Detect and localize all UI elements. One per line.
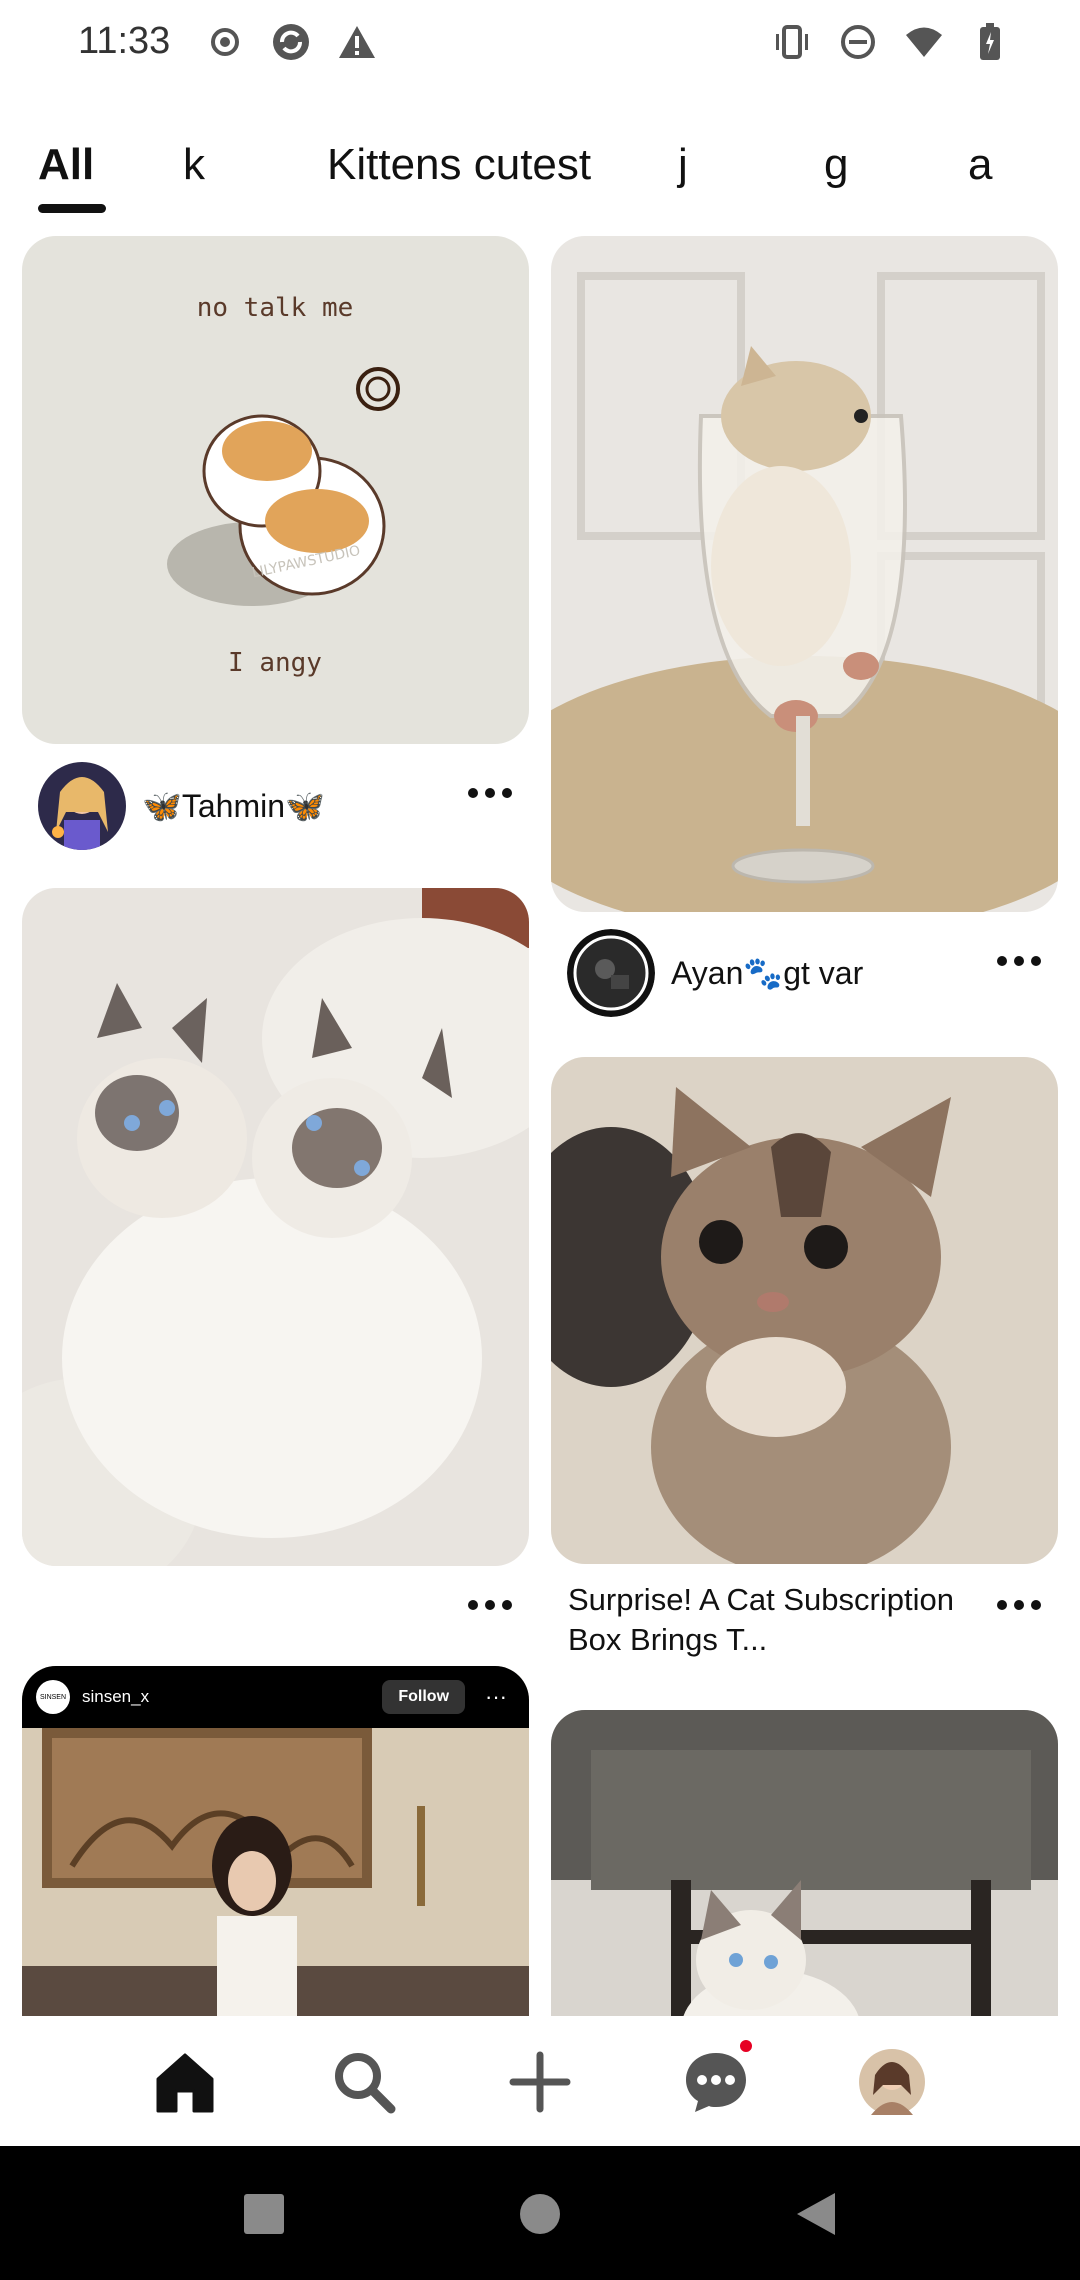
more-options-button[interactable]: [460, 1590, 520, 1620]
notification-dot: [738, 2038, 754, 2054]
tab-all[interactable]: All: [38, 140, 94, 190]
pin-image-no-talk-me[interactable]: no talk me LILYPAWSTUDIO I angy: [22, 236, 529, 744]
avatar: [567, 929, 655, 1017]
recents-button[interactable]: [234, 2184, 294, 2244]
vibrate-icon: [772, 22, 812, 62]
board-tabs: All k Kittens cutest j g a: [0, 140, 1080, 220]
dnd-icon: [838, 22, 878, 62]
more-options-icon[interactable]: ···: [477, 1684, 515, 1710]
tab-kittens-cutest[interactable]: Kittens cutest: [327, 140, 591, 190]
messages-icon[interactable]: [678, 2038, 754, 2120]
bottom-nav: [0, 2016, 1080, 2146]
brand-logo: SINSEN: [36, 1680, 70, 1714]
author-name: 🦋Tahmin🦋: [142, 788, 325, 824]
warning-icon: [337, 22, 377, 62]
tab-j[interactable]: j: [678, 140, 688, 190]
promoted-header: SINSEN sinsen_x Follow ···: [22, 1666, 529, 1728]
home-button[interactable]: [510, 2184, 570, 2244]
account-name[interactable]: sinsen_x: [82, 1687, 370, 1707]
status-bar: 11:33: [0, 0, 1080, 90]
system-nav-bar: [0, 2146, 1080, 2280]
pin-image-kitten-glass[interactable]: [551, 236, 1058, 912]
tab-k[interactable]: k: [183, 140, 205, 190]
pin-art-text-bottom: I angy: [228, 648, 322, 678]
pin-art-text-top: no talk me: [197, 293, 354, 323]
create-icon[interactable]: [502, 2044, 578, 2120]
tab-a[interactable]: a: [968, 140, 992, 190]
wifi-icon: [904, 22, 944, 62]
tab-g[interactable]: g: [824, 140, 848, 190]
record-icon: [205, 22, 245, 62]
pin-title[interactable]: Surprise! A Cat Subscription Box Brings …: [568, 1580, 988, 1660]
sync-icon: [271, 22, 311, 62]
tab-underline: [38, 204, 106, 213]
more-options-button[interactable]: [989, 946, 1049, 976]
pin-author[interactable]: Ayan🐾gt var: [567, 929, 863, 1017]
more-options-button[interactable]: [460, 778, 520, 808]
pin-image-two-kittens[interactable]: [22, 888, 529, 1566]
pin-image-tabby-kitten[interactable]: [551, 1057, 1058, 1564]
back-button[interactable]: [786, 2184, 846, 2244]
pin-image-kitten-chair[interactable]: [551, 1710, 1058, 2016]
battery-icon: [970, 22, 1010, 62]
pin-author[interactable]: 🦋Tahmin🦋: [38, 762, 325, 850]
pin-feed: no talk me LILYPAWSTUDIO I angy 🦋Tahmin🦋: [0, 236, 1080, 2016]
profile-avatar[interactable]: [854, 2044, 930, 2120]
follow-button[interactable]: Follow: [382, 1680, 466, 1714]
status-time: 11:33: [78, 20, 171, 62]
search-icon[interactable]: [326, 2044, 402, 2120]
avatar: [38, 762, 126, 850]
author-name: Ayan🐾gt var: [671, 955, 864, 991]
home-icon[interactable]: [147, 2044, 223, 2120]
pin-image-sinsen[interactable]: SINSEN sinsen_x Follow ···: [22, 1666, 529, 2016]
more-options-button[interactable]: [989, 1590, 1049, 1620]
